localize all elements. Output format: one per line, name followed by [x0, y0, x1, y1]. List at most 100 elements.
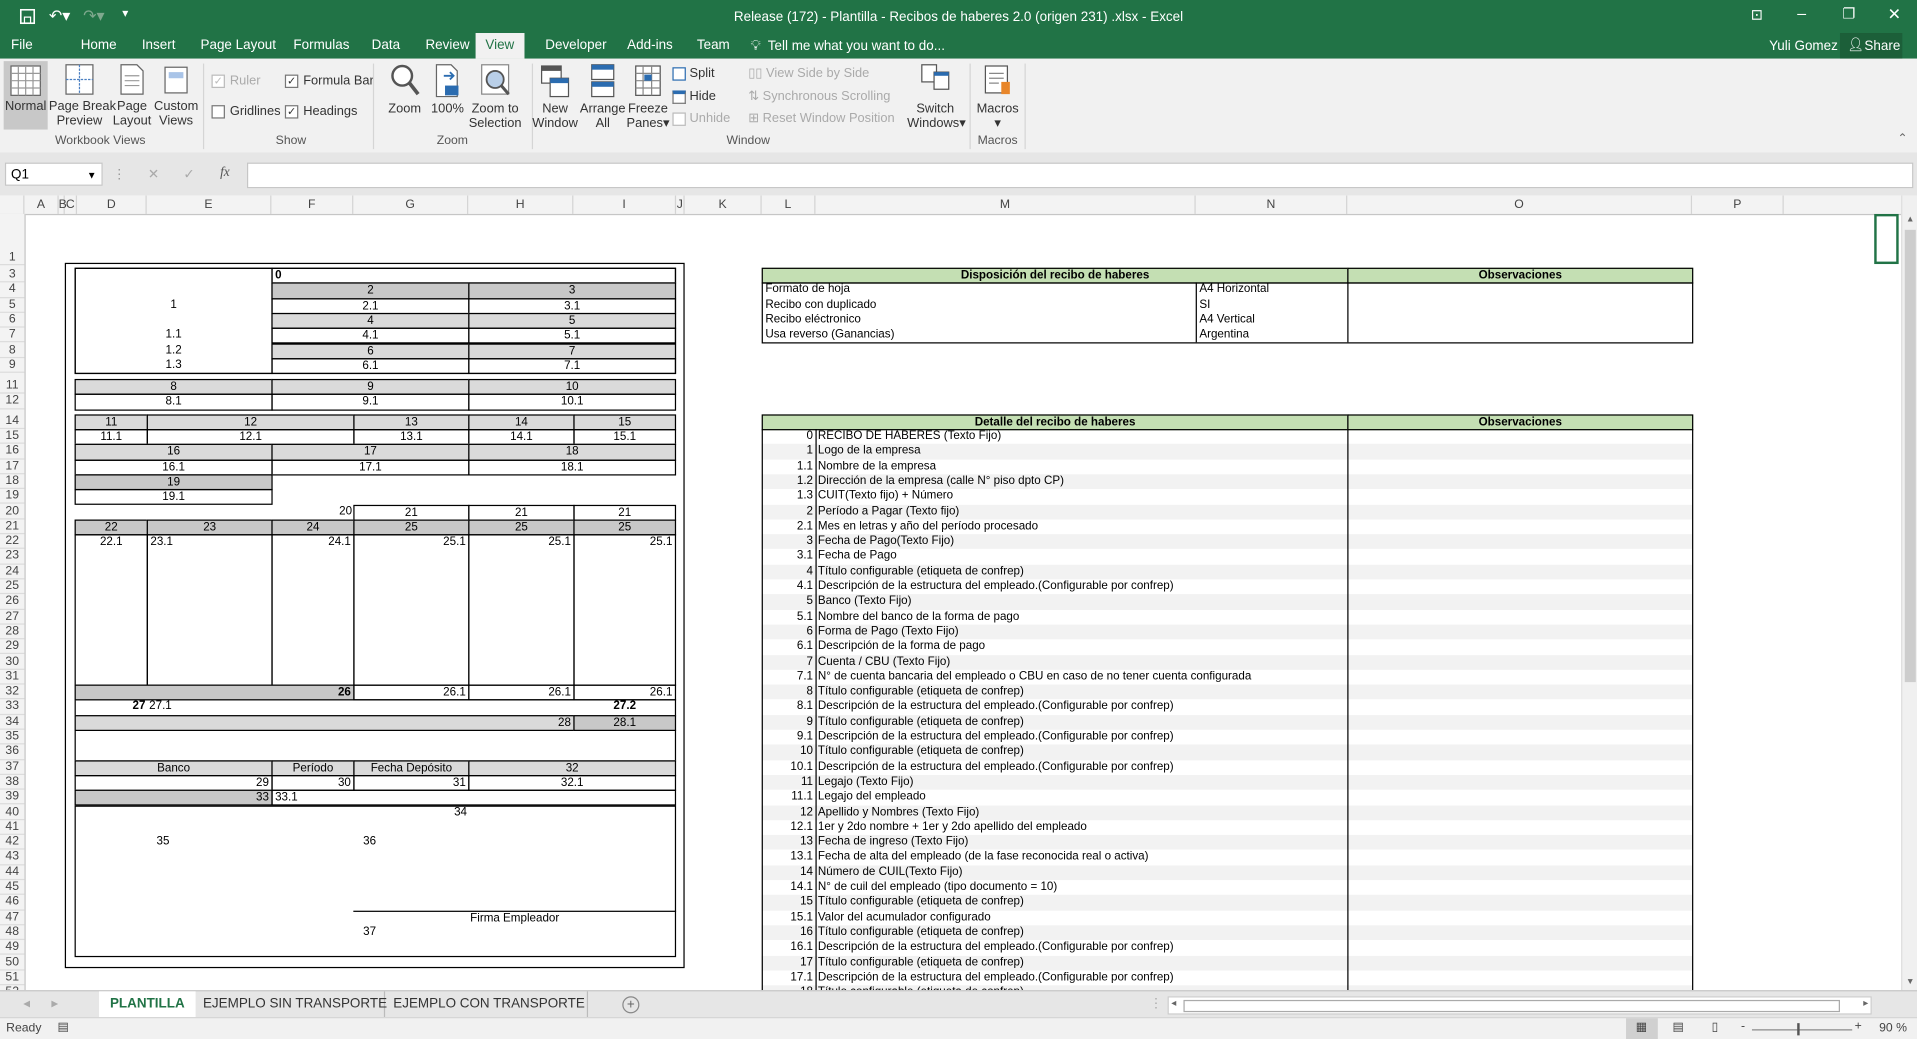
detalle-item-observation[interactable] — [1347, 534, 1692, 549]
detalle-item-observation[interactable] — [1347, 700, 1692, 715]
row-header-27[interactable]: 27 — [0, 609, 25, 625]
template-cell[interactable]: 19.1 — [74, 489, 273, 506]
row-header-16[interactable]: 16 — [0, 444, 25, 460]
template-cell[interactable]: 14.1 — [468, 429, 575, 446]
detalle-item-number[interactable]: 14 — [762, 865, 816, 880]
template-cell[interactable]: 16.1 — [74, 459, 273, 476]
template-cell[interactable]: 10.1 — [468, 394, 677, 411]
template-cell[interactable]: 21 — [468, 504, 575, 521]
next-sheet-icon[interactable]: ▸ — [51, 995, 58, 1011]
sheet-tab-plantilla[interactable]: PLANTILLA — [99, 991, 196, 1020]
detalle-item-text[interactable]: Descripción de la estructura del emplead… — [815, 730, 1347, 745]
row-header-43[interactable]: 43 — [0, 850, 25, 866]
unhide-button[interactable]: Unhide — [672, 111, 730, 126]
template-cell[interactable]: 17.1 — [271, 459, 470, 476]
template-cell[interactable]: 28.1 — [573, 714, 677, 731]
template-cell[interactable]: 9.1 — [271, 394, 470, 411]
detalle-item-text[interactable]: Descripción de la estructura del emplead… — [815, 760, 1347, 775]
template-cell[interactable]: 35 — [147, 835, 273, 851]
detalle-item-observation[interactable] — [1347, 474, 1692, 489]
detalle-item-text[interactable]: Dirección de la empresa (calle N° piso d… — [815, 474, 1347, 489]
row-header-1[interactable]: 1 — [0, 214, 25, 266]
hide-button[interactable]: Hide — [672, 89, 716, 104]
column-header-D[interactable]: D — [77, 195, 147, 214]
template-cell[interactable]: 12.1 — [146, 429, 355, 446]
detalle-item-number[interactable]: 17 — [762, 955, 816, 970]
template-cell[interactable]: 6.1 — [271, 357, 470, 375]
template-cell[interactable]: 27.1 — [147, 700, 273, 716]
detalle-item-number[interactable]: 9.1 — [762, 730, 816, 745]
detalle-item-observation[interactable] — [1347, 955, 1692, 970]
row-header-5[interactable]: 5 — [0, 298, 25, 313]
template-cell[interactable]: 16 — [74, 444, 273, 461]
detalle-item-text[interactable]: Apellido y Nombres (Texto Fijo) — [815, 805, 1347, 820]
template-cell[interactable]: Banco — [74, 759, 273, 777]
template-cell[interactable]: 1 — [75, 298, 273, 314]
detalle-item-number[interactable]: 3 — [762, 534, 816, 549]
row-header-8[interactable]: 8 — [0, 343, 25, 358]
detalle-item-number[interactable]: 2.1 — [762, 519, 816, 534]
custom-views-button[interactable]: Custom Views — [154, 62, 198, 128]
template-cell[interactable]: 11 — [74, 414, 148, 431]
chevron-down-icon[interactable]: ▼ — [87, 164, 97, 187]
arrange-all-button[interactable]: Arrange All — [580, 62, 626, 131]
template-cell[interactable]: 24 — [271, 519, 355, 536]
column-header-A[interactable]: A — [24, 195, 59, 214]
disposicion-value[interactable]: A4 Horizontal — [1197, 283, 1346, 298]
collapse-ribbon-icon[interactable]: ⌃ — [1897, 132, 1907, 145]
template-cell[interactable]: 33.1 — [271, 789, 677, 807]
detalle-item-observation[interactable] — [1347, 910, 1692, 925]
template-cell[interactable]: 21 — [573, 504, 677, 521]
detalle-item-observation[interactable] — [1347, 444, 1692, 459]
tab-add-ins[interactable]: Add-ins — [627, 38, 673, 53]
row-header-20[interactable]: 20 — [0, 504, 25, 520]
switch-windows-button[interactable]: Switch Windows▾ — [907, 62, 966, 131]
disposicion-value[interactable]: Argentina — [1197, 328, 1346, 343]
template-cell[interactable]: 5 — [468, 312, 677, 330]
detalle-item-text[interactable]: Descripción de la forma de pago — [815, 640, 1347, 655]
template-cell[interactable]: 26.1 — [353, 684, 470, 701]
scroll-down-icon[interactable]: ▼ — [1906, 978, 1914, 987]
template-cell[interactable]: 3 — [468, 282, 677, 299]
row-header-4[interactable]: 4 — [0, 283, 25, 298]
detalle-item-text[interactable]: Fecha de Pago — [815, 549, 1347, 564]
cancel-icon[interactable]: ✕ — [148, 166, 159, 182]
detalle-item-observation[interactable] — [1347, 504, 1692, 519]
template-cell[interactable]: 20 — [271, 504, 354, 520]
detalle-item-text[interactable]: Descripción de la estructura del emplead… — [815, 970, 1347, 985]
detalle-item-observation[interactable] — [1347, 895, 1692, 910]
detalle-item-text[interactable]: Cuenta / CBU (Texto Fijo) — [815, 655, 1347, 670]
detalle-item-observation[interactable] — [1347, 519, 1692, 534]
template-cell[interactable]: 25 — [353, 519, 470, 536]
detalle-item-observation[interactable] — [1347, 820, 1692, 835]
page-break-view-icon[interactable]: ▯ — [1712, 1021, 1719, 1034]
detalle-item-text[interactable]: Título configurable (etiqueta de confrep… — [815, 925, 1347, 940]
row-header-28[interactable]: 28 — [0, 625, 25, 640]
template-cell[interactable]: 29 — [74, 774, 273, 792]
template-cell[interactable]: 28 — [74, 714, 575, 731]
restore-icon[interactable]: ❐ — [1842, 5, 1855, 22]
detalle-item-observation[interactable] — [1347, 685, 1692, 700]
scroll-left-icon[interactable]: ◂ — [1171, 997, 1176, 1008]
tab-page-layout[interactable]: Page Layout — [201, 38, 277, 53]
template-cell[interactable]: 33 — [74, 789, 273, 807]
macro-recording-icon[interactable]: ▤ — [57, 1021, 69, 1034]
detalle-item-text[interactable]: Legajo (Texto Fijo) — [815, 775, 1347, 790]
detalle-item-number[interactable]: 13 — [762, 835, 816, 850]
row-header-39[interactable]: 39 — [0, 790, 25, 805]
template-cell[interactable]: 10 — [468, 379, 677, 396]
row-header-35[interactable]: 35 — [0, 730, 25, 745]
row-header-7[interactable]: 7 — [0, 328, 25, 343]
detalle-item-observation[interactable] — [1347, 835, 1692, 850]
template-cell[interactable]: 4 — [271, 312, 470, 330]
template-cell[interactable]: 2.1 — [271, 297, 470, 315]
name-box[interactable]: Q1 ▼ — [4, 162, 103, 187]
zoom-slider-thumb[interactable] — [1797, 1023, 1800, 1036]
template-cell[interactable]: 18 — [468, 444, 677, 461]
ruler-checkbox[interactable]: ✓ Ruler — [211, 73, 261, 88]
template-cell[interactable]: 14 — [468, 414, 575, 431]
detalle-item-observation[interactable] — [1347, 579, 1692, 594]
detalle-item-text[interactable]: Período a Pagar (Texto fijo) — [815, 504, 1347, 519]
row-header-26[interactable]: 26 — [0, 594, 25, 610]
detalle-item-text[interactable]: Fecha de alta del empleado (de la fase r… — [815, 850, 1347, 865]
